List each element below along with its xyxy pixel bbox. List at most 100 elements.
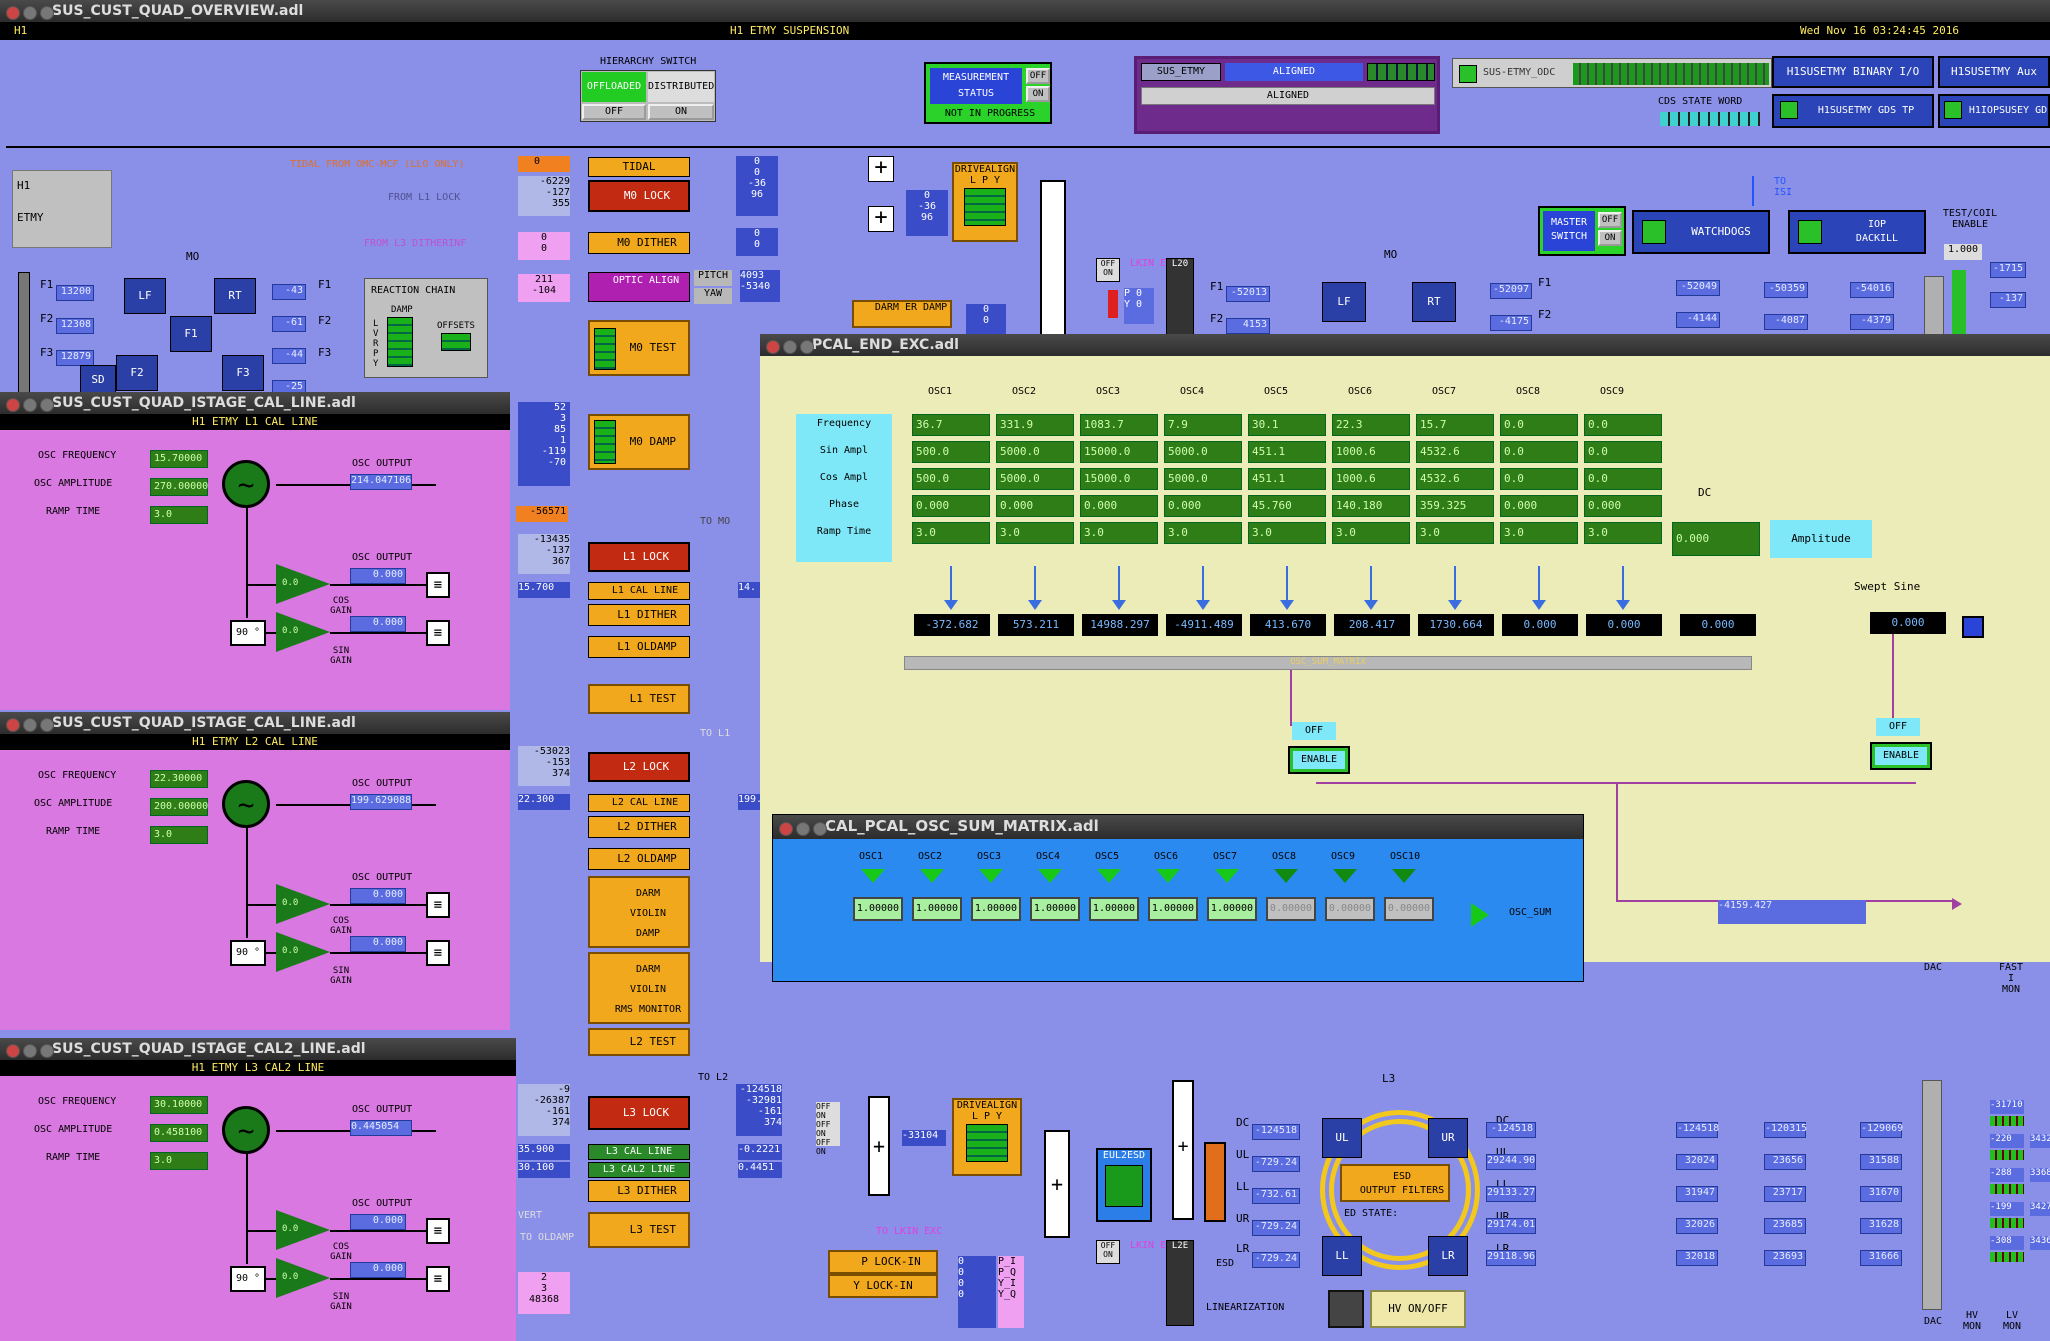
pcal-titlebar[interactable]: PCAL_END_EXC.adl [760, 334, 2050, 356]
m0-lock-button[interactable]: M0 LOCK [588, 180, 690, 212]
osc-amplitude-field[interactable]: 200.00000 [150, 798, 208, 816]
master-switch-panel[interactable]: MASTER SWITCH OFF ON [1538, 206, 1626, 256]
measurement-off-button[interactable]: OFF [1026, 68, 1050, 84]
m0-drivealign-button[interactable]: DRIVEALIGN L P Y [952, 162, 1018, 242]
osc-amplitude-field[interactable]: 270.00000 [150, 478, 208, 496]
reaction-chain-panel[interactable]: REACTION CHAIN DAMP L V R P Y OFFSETS [364, 278, 488, 378]
optic-align-button[interactable]: OPTIC ALIGN [588, 272, 690, 302]
eul2esd-button[interactable]: EUL2ESD [1096, 1148, 1152, 1222]
master-switch-on[interactable]: ON [1598, 230, 1622, 246]
l3-drivealign-button[interactable]: DRIVEALIGN L P Y [952, 1098, 1022, 1176]
matrix-gain-field[interactable]: 1.00000 [1148, 897, 1198, 921]
l2-test-button[interactable]: L2 TEST [588, 1028, 690, 1056]
pcal-osc-field[interactable]: 3.0 [1332, 522, 1410, 544]
l2-dither-button[interactable]: L2 DITHER [588, 816, 690, 838]
l2-cal-line-button[interactable]: L2 CAL LINE [588, 794, 690, 812]
pcal-dc-input[interactable]: 0.000 [1672, 522, 1760, 556]
ramp-time-field[interactable]: 3.0 [150, 506, 208, 524]
p-lock-in-button[interactable]: P LOCK-IN [828, 1250, 938, 1274]
pcal-osc-field[interactable]: 3.0 [1584, 522, 1662, 544]
binary-io-button[interactable]: H1SUSETMY BINARY I/O [1772, 56, 1934, 88]
m0-dither-button[interactable]: M0 DITHER [588, 232, 690, 254]
esd-lr-button[interactable]: LR [1428, 1236, 1468, 1276]
pcal-osc-field[interactable]: 5000.0 [996, 468, 1074, 490]
sum-matrix-titlebar[interactable]: CAL_PCAL_OSC_SUM_MATRIX.adl [773, 815, 1583, 839]
pcal-osc-field[interactable]: 4532.6 [1416, 468, 1494, 490]
esd-orange-block[interactable] [1204, 1142, 1226, 1222]
l2-lock-button[interactable]: L2 LOCK [588, 752, 690, 782]
test-coil-enable-input[interactable]: 1.000 [1944, 244, 1982, 260]
pcal-osc-field[interactable]: 22.3 [1332, 414, 1410, 436]
pcal-osc-field[interactable]: 15000.0 [1080, 468, 1158, 490]
pcal-osc-field[interactable]: 7.9 [1164, 414, 1242, 436]
pcal-osc-field[interactable]: 30.1 [1248, 414, 1326, 436]
matrix-gain-field[interactable]: 1.00000 [912, 897, 962, 921]
osc-frequency-field[interactable]: 15.70000 [150, 450, 208, 468]
right-lf-button[interactable]: LF [1322, 282, 1366, 322]
pcal-osc-field[interactable]: 5000.0 [996, 441, 1074, 463]
pcal-osc-field[interactable]: 1000.6 [1332, 441, 1410, 463]
pcal-left-off[interactable]: OFF [1292, 722, 1336, 740]
guardian-name[interactable]: SUS_ETMY [1141, 63, 1221, 81]
main-window-titlebar[interactable]: SUS_CUST_QUAD_OVERVIEW.adl [0, 0, 2050, 22]
guardian-request-select[interactable]: ALIGNED [1141, 87, 1435, 105]
pcal-osc-field[interactable]: 45.760 [1248, 495, 1326, 517]
pcal-osc-field[interactable]: 451.1 [1248, 468, 1326, 490]
pcal-osc-field[interactable]: 3.0 [912, 522, 990, 544]
l1-oldamp-button[interactable]: L1 OLDAMP [588, 636, 690, 658]
matrix-gain-field[interactable]: 1.00000 [1207, 897, 1257, 921]
pcal-osc-field[interactable]: 0.000 [996, 495, 1074, 517]
pcal-right-enable[interactable]: ENABLE [1870, 742, 1932, 770]
pcal-osc-field[interactable]: 5000.0 [1164, 441, 1242, 463]
pcal-osc-field[interactable]: 5000.0 [1164, 468, 1242, 490]
ramp-time-field[interactable]: 3.0 [150, 826, 208, 844]
pcal-left-enable[interactable]: ENABLE [1288, 746, 1350, 774]
lkin-exc-toggle-bottom[interactable]: OFF ON [1096, 1240, 1120, 1264]
l3-cal2-line-button[interactable]: L3 CAL2 LINE [588, 1162, 690, 1178]
l1-dither-button[interactable]: L1 DITHER [588, 604, 690, 626]
esd-ll-button[interactable]: LL [1322, 1236, 1362, 1276]
cal-window-titlebar[interactable]: SUS_CUST_QUAD_ISTAGE_CAL_LINE.adl [0, 712, 510, 734]
osem-f1-button[interactable]: F1 [170, 316, 212, 352]
l3-dither-button[interactable]: L3 DITHER [588, 1180, 690, 1202]
matrix-gain-field[interactable]: 1.00000 [1030, 897, 1080, 921]
l2-darm-violin-rms-button[interactable]: DARM VIOLIN RMS MONITOR [588, 952, 690, 1024]
esd-output-filters-button[interactable]: ESD OUTPUT FILTERS [1340, 1164, 1450, 1202]
l3-cal-line-button[interactable]: L3 CAL LINE [588, 1144, 690, 1160]
matrix-gain-field[interactable]: 1.00000 [971, 897, 1021, 921]
l2-darm-violin-damp-button[interactable]: DARM VIOLIN DAMP [588, 876, 690, 948]
l3-test-button[interactable]: L3 TEST [588, 1212, 690, 1248]
pcal-osc-field[interactable]: 3.0 [996, 522, 1074, 544]
pcal-osc-field[interactable]: 0.0 [1584, 441, 1662, 463]
pcal-osc-field[interactable]: 0.000 [1584, 495, 1662, 517]
pcal-osc-field[interactable]: 0.0 [1500, 468, 1578, 490]
pcal-osc-field[interactable]: 359.325 [1416, 495, 1494, 517]
lkin-exc-toggle-top[interactable]: OFF ON [1096, 258, 1120, 282]
osem-lf-button[interactable]: LF [124, 278, 166, 314]
pcal-osc-field[interactable]: 0.000 [1500, 495, 1578, 517]
matrix-gain-field[interactable]: 0.00000 [1325, 897, 1375, 921]
aux-button[interactable]: H1SUSETMY Aux [1938, 56, 2050, 88]
l1-lock-button[interactable]: L1 LOCK [588, 542, 690, 572]
esd-ul-button[interactable]: UL [1322, 1118, 1362, 1158]
pcal-osc-field[interactable]: 331.9 [996, 414, 1074, 436]
esd-ur-button[interactable]: UR [1428, 1118, 1468, 1158]
matrix-gain-field[interactable]: 0.00000 [1384, 897, 1434, 921]
osem-rt-button[interactable]: RT [214, 278, 256, 314]
right-rt-button[interactable]: RT [1412, 282, 1456, 322]
pcal-osc-field[interactable]: 1083.7 [1080, 414, 1158, 436]
pcal-osc-field[interactable]: 0.000 [1080, 495, 1158, 517]
offloaded-button[interactable]: OFFLOADED [582, 72, 646, 102]
l1-cal-line-button[interactable]: L1 CAL LINE [588, 582, 690, 600]
cal-window-titlebar[interactable]: SUS_CUST_QUAD_ISTAGE_CAL_LINE.adl [0, 392, 510, 414]
matrix-gain-field[interactable]: 1.00000 [853, 897, 903, 921]
osem-f3-button[interactable]: F3 [222, 355, 264, 391]
hierarchy-off-button[interactable]: OFF [582, 104, 646, 120]
pcal-osc-field[interactable]: 140.180 [1332, 495, 1410, 517]
distributed-button[interactable]: DISTRIBUTED [648, 72, 714, 102]
osc-frequency-field[interactable]: 22.30000 [150, 770, 208, 788]
pcal-osc-field[interactable]: 0.000 [912, 495, 990, 517]
ramp-time-field[interactable]: 3.0 [150, 1152, 208, 1170]
pcal-osc-field[interactable]: 0.0 [1500, 441, 1578, 463]
pcal-osc-field[interactable]: 3.0 [1080, 522, 1158, 544]
